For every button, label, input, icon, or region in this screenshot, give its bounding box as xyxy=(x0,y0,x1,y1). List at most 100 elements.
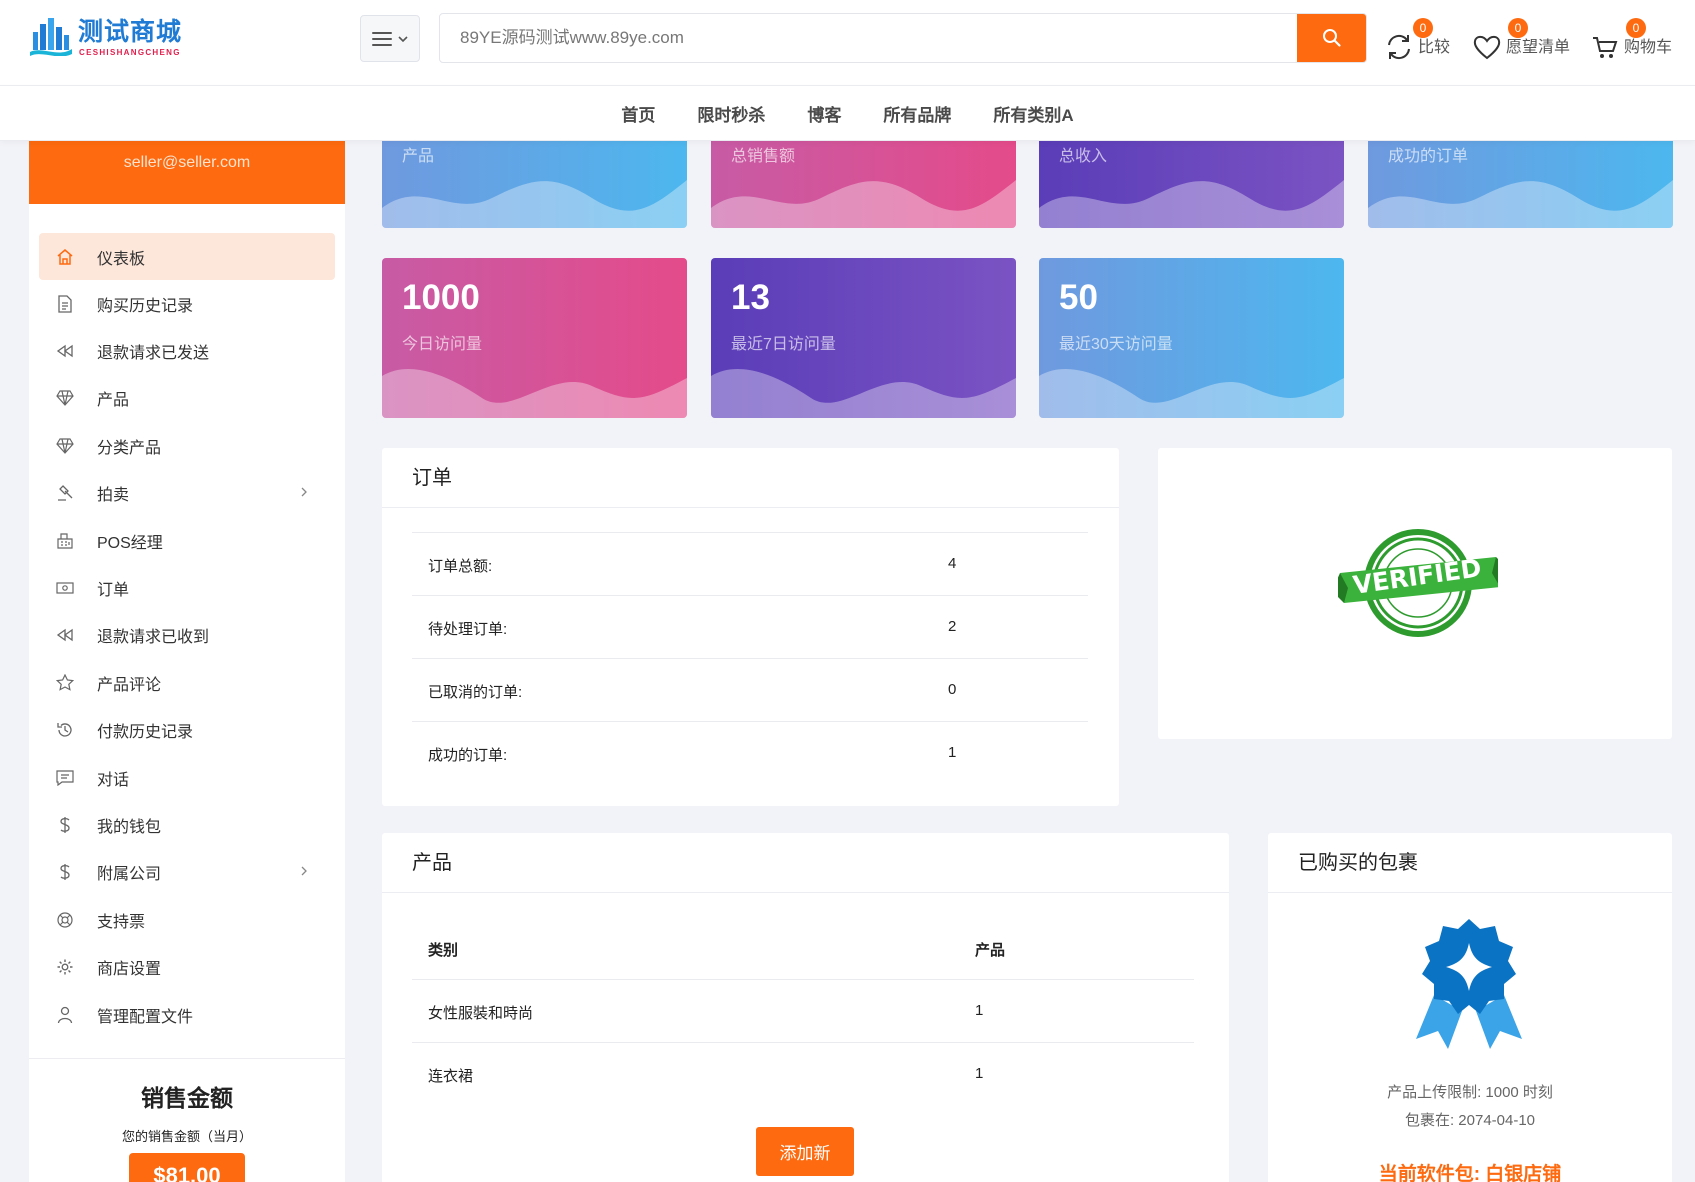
orders-table: 订单总额: 4 待处理订单: 2 已取消的订单: 0 成功的订单: 1 xyxy=(412,532,1088,784)
products-table: 类别 产品 女性服裝和時尚 1 连衣裙 1 xyxy=(412,917,1194,1106)
nav-flash-sale[interactable]: 限时秒杀 xyxy=(697,101,765,126)
cart-label: 购物车 xyxy=(1624,39,1673,56)
stat-card-7day-visits: 13 最近7日访问量 xyxy=(711,258,1016,418)
dollar-icon xyxy=(55,815,75,835)
main-nav: 首页 限时秒杀 博客 所有品牌 所有类别A xyxy=(0,86,1695,141)
stat-caption: 今日访问量 xyxy=(402,336,483,353)
compare-link[interactable]: 比较 0 xyxy=(1384,18,1450,62)
nav-home[interactable]: 首页 xyxy=(621,101,655,126)
order-stat-value: 1 xyxy=(948,744,957,761)
wave-decoration xyxy=(382,180,687,228)
sidebar-item-label: 仪表板 xyxy=(97,250,146,268)
table-header-row: 类别 产品 xyxy=(412,917,1194,980)
wishlist-label: 愿望清单 xyxy=(1506,39,1571,56)
search-input[interactable] xyxy=(440,14,1298,62)
nav-brands[interactable]: 所有品牌 xyxy=(883,101,951,126)
sidebar-item-affiliate[interactable]: 附属公司 xyxy=(39,849,335,896)
sales-amount-box: 销售金额 您的销售金额（当月） $81.00 xyxy=(29,1058,345,1182)
stat-value: 13 xyxy=(731,278,770,317)
category-menu-button[interactable] xyxy=(360,15,420,62)
rewind-icon xyxy=(55,341,75,361)
products-panel-title: 产品 xyxy=(382,833,1229,893)
profile-banner: seller@seller.com xyxy=(29,141,345,204)
stat-value: 1000 xyxy=(402,278,480,317)
chat-icon xyxy=(55,768,75,788)
sidebar-item-pos-manager[interactable]: POS经理 xyxy=(39,517,335,564)
compare-refresh-icon xyxy=(1388,34,1410,60)
sidebar-item-shop-settings[interactable]: 商店设置 xyxy=(39,943,335,990)
heart-icon xyxy=(1473,35,1501,60)
rewind-icon xyxy=(55,625,75,645)
nav-categories[interactable]: 所有类别A xyxy=(993,101,1073,126)
logo-subtitle: CESHISHANGCHENG xyxy=(79,48,181,57)
products-panel: 产品 类别 产品 女性服裝和時尚 1 连衣裙 1 添加新 xyxy=(382,833,1229,1182)
gavel-icon xyxy=(55,483,75,503)
category-cell: 连衣裙 xyxy=(428,1068,474,1085)
order-stat-label: 订单总额: xyxy=(428,558,493,575)
site-logo[interactable]: 测试商城 CESHISHANGCHENG xyxy=(30,16,190,60)
hamburger-icon xyxy=(372,31,392,46)
sidebar-item-wallet[interactable]: 我的钱包 xyxy=(39,801,335,848)
package-panel-title: 已购买的包裹 xyxy=(1268,833,1672,893)
search-button[interactable] xyxy=(1297,14,1366,62)
sales-subtitle: 您的销售金额（当月） xyxy=(121,1129,252,1144)
sidebar-menu: 仪表板 购买历史记录 退款请求已发送 产品 分类产品 拍卖 POS经理 订单 退… xyxy=(39,233,335,1038)
sidebar-item-payment-history[interactable]: 付款历史记录 xyxy=(39,707,335,754)
package-upload-limit: 产品上传限制: 1000 时刻 xyxy=(1387,1084,1553,1101)
wave-decoration xyxy=(1368,180,1673,228)
sidebar-item-label: 对话 xyxy=(97,771,130,789)
sidebar-item-label: 商店设置 xyxy=(97,961,162,979)
wave-decoration xyxy=(1039,368,1344,418)
verified-panel: VERIFIED xyxy=(1158,448,1672,739)
sidebar-item-dashboard[interactable]: 仪表板 xyxy=(39,233,335,280)
stat-caption: 最近7日访问量 xyxy=(731,336,836,353)
table-row: 女性服裝和時尚 1 xyxy=(412,980,1194,1043)
award-badge-icon xyxy=(1416,919,1522,1049)
diamond-icon xyxy=(55,388,75,408)
sidebar-item-profile[interactable]: 管理配置文件 xyxy=(39,991,335,1038)
search-icon xyxy=(1322,29,1341,47)
table-row: 订单总额: 4 xyxy=(412,532,1088,595)
column-header-product: 产品 xyxy=(975,942,1006,959)
purchased-package-panel: 已购买的包裹 产品上传限制: 1000 时刻 包裹在: 2074-04-10 当… xyxy=(1268,833,1672,1182)
sidebar-item-label: 退款请求已发送 xyxy=(97,345,210,363)
table-row: 成功的订单: 1 xyxy=(412,721,1088,784)
wishlist-count-badge: 0 xyxy=(1508,18,1528,38)
sales-title: 销售金额 xyxy=(141,1085,233,1111)
nav-blog[interactable]: 博客 xyxy=(807,101,841,126)
sidebar-item-auction[interactable]: 拍卖 xyxy=(39,470,335,517)
add-new-button[interactable]: 添加新 xyxy=(756,1127,854,1176)
wishlist-link[interactable]: 愿望清单 0 xyxy=(1472,18,1570,62)
sidebar-item-purchase-history[interactable]: 购买历史记录 xyxy=(39,280,335,327)
cart-count-badge: 0 xyxy=(1626,18,1646,38)
cash-register-icon xyxy=(55,531,75,551)
sidebar-item-label: 我的钱包 xyxy=(97,818,162,836)
order-stat-value: 0 xyxy=(948,681,957,698)
sidebar-item-refund-received[interactable]: 退款请求已收到 xyxy=(39,612,335,659)
sidebar-item-support-ticket[interactable]: 支持票 xyxy=(39,896,335,943)
sidebar-item-products[interactable]: 产品 xyxy=(39,375,335,422)
sidebar-item-product-reviews[interactable]: 产品评论 xyxy=(39,659,335,706)
sidebar-item-label: 管理配置文件 xyxy=(97,1008,194,1026)
seller-sidebar: seller@seller.com 仪表板 购买历史记录 退款请求已发送 产品 xyxy=(29,141,345,1182)
money-icon xyxy=(55,578,75,598)
chevron-right-icon xyxy=(301,866,307,876)
order-stat-value: 4 xyxy=(948,555,957,572)
order-stat-value: 2 xyxy=(948,618,957,635)
cart-link[interactable]: 购物车 0 xyxy=(1590,18,1672,62)
wave-decoration xyxy=(711,368,1016,418)
compare-count-badge: 0 xyxy=(1413,18,1433,38)
user-icon xyxy=(55,1005,75,1025)
table-row: 待处理订单: 2 xyxy=(412,595,1088,658)
table-row: 已取消的订单: 0 xyxy=(412,658,1088,721)
table-row: 连衣裙 1 xyxy=(412,1043,1194,1106)
sidebar-item-orders[interactable]: 订单 xyxy=(39,564,335,611)
stat-card-30day-visits: 50 最近30天访问量 xyxy=(1039,258,1344,418)
support-icon xyxy=(55,910,75,930)
sidebar-item-category-products[interactable]: 分类产品 xyxy=(39,422,335,469)
sidebar-item-conversations[interactable]: 对话 xyxy=(39,754,335,801)
sidebar-item-refund-sent[interactable]: 退款请求已发送 xyxy=(39,327,335,374)
star-icon xyxy=(55,673,75,693)
sidebar-item-label: 订单 xyxy=(97,582,130,600)
wave-decoration xyxy=(382,368,687,418)
